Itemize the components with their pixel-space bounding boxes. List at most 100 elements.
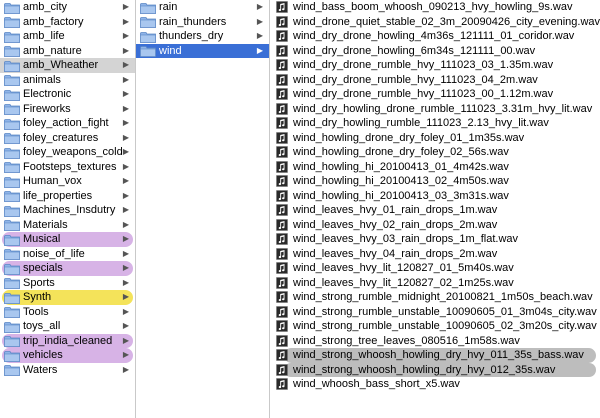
- folder-row[interactable]: amb_nature ▶: [0, 44, 135, 59]
- file-row[interactable]: wind_strong_rumble_unstable_10090605_01_…: [270, 305, 600, 320]
- file-row[interactable]: wind_leaves_hvy_04_rain_drops_2m.wav: [270, 247, 600, 262]
- folder-row[interactable]: Musical ▶: [2, 232, 133, 247]
- folder-label: Materials: [23, 218, 68, 231]
- file-label: wind_leaves_hvy_04_rain_drops_2m.wav: [293, 247, 498, 260]
- folder-row[interactable]: animals ▶: [0, 73, 135, 88]
- folder-row[interactable]: Human_vox ▶: [0, 174, 135, 189]
- folder-row[interactable]: Footsteps_textures ▶: [0, 160, 135, 175]
- disclosure-arrow-icon: ▶: [122, 31, 129, 40]
- file-label: wind_strong_whoosh_howling_dry_hvy_012_3…: [293, 363, 556, 376]
- folder-row[interactable]: vehicles ▶: [2, 348, 133, 363]
- folder-row[interactable]: specials ▶: [2, 261, 133, 276]
- file-column[interactable]: wind_bass_boom_whoosh_090213_hvy_howling…: [270, 0, 600, 418]
- folder-label: foley_weapons_cold: [23, 146, 123, 158]
- folder-label: amb_factory: [23, 15, 84, 28]
- folder-label: amb_life: [23, 30, 65, 42]
- file-row[interactable]: wind_strong_tree_leaves_080516_1m58s.wav: [270, 334, 600, 349]
- folder-icon: [4, 190, 20, 202]
- folder-row[interactable]: foley_creatures ▶: [0, 131, 135, 146]
- file-label: wind_dry_howling_drone_rumble_111023_3.3…: [293, 102, 593, 115]
- file-row[interactable]: wind_dry_howling_rumble_111023_2.13_hvy_…: [270, 116, 600, 131]
- audio-file-icon: [276, 117, 288, 129]
- folder-column-1[interactable]: amb_city ▶ amb_factory ▶ amb_life ▶ amb_nature…: [0, 0, 136, 418]
- file-row[interactable]: wind_leaves_hvy_lit_120827_01_5m40s.wav: [270, 261, 600, 276]
- disclosure-arrow-icon: ▶: [122, 2, 129, 11]
- file-row[interactable]: wind_howling_drone_dry_foley_01_1m35s.wa…: [270, 131, 600, 146]
- folder-row[interactable]: Machines_Insdutry ▶: [0, 203, 135, 218]
- folder-row[interactable]: Tools ▶: [0, 305, 135, 320]
- disclosure-arrow-icon: ▶: [122, 45, 129, 55]
- audio-file-icon: [276, 15, 288, 28]
- audio-file-icon: [276, 363, 288, 376]
- folder-column-2[interactable]: rain ▶ rain_thunders ▶ thunders_dry ▶ wind ▶: [136, 0, 270, 418]
- folder-row[interactable]: foley_weapons_cold ▶: [0, 145, 135, 160]
- disclosure-arrow-icon: ▶: [122, 103, 129, 113]
- file-row[interactable]: wind_whoosh_bass_short_x5.wav: [270, 377, 600, 392]
- file-row[interactable]: wind_dry_drone_rumble_hvy_111023_00_1.12…: [270, 87, 600, 102]
- folder-row[interactable]: Electronic ▶: [0, 87, 135, 102]
- file-label: wind_strong_tree_leaves_080516_1m58s.wav: [293, 334, 520, 347]
- folder-row[interactable]: trip_india_cleaned ▶: [2, 333, 133, 348]
- file-row[interactable]: wind_dry_drone_rumble_hvy_111023_04_2m.w…: [270, 73, 600, 88]
- file-row[interactable]: wind_howling_hi_20100413_03_3m31s.wav: [270, 189, 600, 204]
- file-row[interactable]: wind_howling_hi_20100413_01_4m42s.wav: [270, 160, 600, 175]
- audio-file-icon: [276, 349, 288, 361]
- folder-row[interactable]: amb_Wheather ▶: [0, 58, 135, 73]
- folder-icon: [4, 292, 20, 304]
- file-row[interactable]: wind_dry_drone_rumble_hvy_111023_03_1.35…: [270, 58, 600, 73]
- folder-icon: [4, 2, 20, 14]
- folder-row[interactable]: life_properties ▶: [0, 189, 135, 204]
- folder-icon: [4, 277, 20, 289]
- file-row[interactable]: wind_dry_drone_howling_6m34s_121111_00.w…: [270, 44, 600, 59]
- folder-row[interactable]: toys_all ▶: [0, 319, 135, 334]
- folder-row[interactable]: amb_factory ▶: [0, 15, 135, 30]
- audio-file-icon: [276, 334, 288, 347]
- file-row[interactable]: wind_leaves_hvy_lit_120827_02_1m25s.wav: [270, 276, 600, 291]
- folder-row[interactable]: Sports ▶: [0, 276, 135, 291]
- folder-icon: [4, 16, 20, 28]
- folder-row[interactable]: noise_of_life ▶: [0, 247, 135, 262]
- audio-file-icon: [276, 247, 288, 260]
- folder-row[interactable]: amb_life ▶: [0, 29, 135, 44]
- folder-row[interactable]: foley_action_fight ▶: [0, 116, 135, 131]
- file-label: wind_leaves_hvy_03_rain_drops_1m_flat.wa…: [293, 233, 519, 245]
- file-row[interactable]: wind_howling_hi_20100413_02_4m50s.wav: [270, 174, 600, 189]
- subfolder-row[interactable]: wind ▶: [136, 43, 269, 58]
- folder-row[interactable]: Materials ▶: [0, 218, 135, 233]
- folder-row[interactable]: Synth ▶: [2, 290, 133, 305]
- folder-row[interactable]: Waters ▶: [0, 363, 135, 378]
- disclosure-arrow-icon: ▶: [256, 16, 263, 26]
- file-label: wind_dry_drone_rumble_hvy_111023_00_1.12…: [293, 88, 554, 100]
- folder-label: trip_india_cleaned: [23, 334, 113, 347]
- file-row[interactable]: wind_dry_drone_howling_4m36s_121111_01_c…: [270, 29, 600, 44]
- file-row[interactable]: wind_dry_howling_drone_rumble_111023_3.3…: [270, 102, 600, 117]
- file-row[interactable]: wind_leaves_hvy_01_rain_drops_1m.wav: [270, 203, 600, 218]
- file-row[interactable]: wind_strong_whoosh_howling_dry_hvy_012_3…: [276, 362, 596, 377]
- audio-file-icon: [276, 102, 288, 115]
- disclosure-arrow-icon: ▶: [122, 74, 129, 84]
- file-row[interactable]: wind_strong_rumble_unstable_10090605_02_…: [270, 319, 600, 334]
- file-row[interactable]: wind_drone_quiet_stable_02_3m_20090426_c…: [270, 15, 600, 30]
- folder-label: Sports: [23, 276, 55, 289]
- subfolder-row[interactable]: thunders_dry ▶: [136, 29, 269, 44]
- folder-icon: [4, 248, 20, 260]
- folder-icon: [4, 335, 20, 347]
- subfolder-label: rain_thunders: [159, 15, 227, 28]
- disclosure-arrow-icon: ▶: [122, 364, 129, 374]
- folder-icon: [4, 306, 20, 318]
- disclosure-arrow-icon: ▶: [122, 292, 129, 301]
- file-row[interactable]: wind_howling_drone_dry_foley_02_56s.wav: [270, 145, 600, 160]
- disclosure-arrow-icon: ▶: [122, 60, 129, 69]
- audio-file-icon: [276, 378, 288, 390]
- file-row[interactable]: wind_strong_whoosh_howling_dry_hvy_011_3…: [276, 348, 596, 363]
- disclosure-arrow-icon: ▶: [256, 2, 263, 11]
- folder-label: Machines_Insdutry: [23, 204, 116, 216]
- file-row[interactable]: wind_bass_boom_whoosh_090213_hvy_howling…: [270, 0, 600, 15]
- subfolder-row[interactable]: rain_thunders ▶: [136, 15, 269, 30]
- folder-row[interactable]: Fireworks ▶: [0, 102, 135, 117]
- file-row[interactable]: wind_leaves_hvy_03_rain_drops_1m_flat.wa…: [270, 232, 600, 247]
- folder-row[interactable]: amb_city ▶: [0, 0, 135, 15]
- file-row[interactable]: wind_leaves_hvy_02_rain_drops_2m.wav: [270, 218, 600, 233]
- subfolder-row[interactable]: rain ▶: [136, 0, 269, 15]
- file-row[interactable]: wind_strong_rumble_midnight_20100821_1m5…: [270, 290, 600, 305]
